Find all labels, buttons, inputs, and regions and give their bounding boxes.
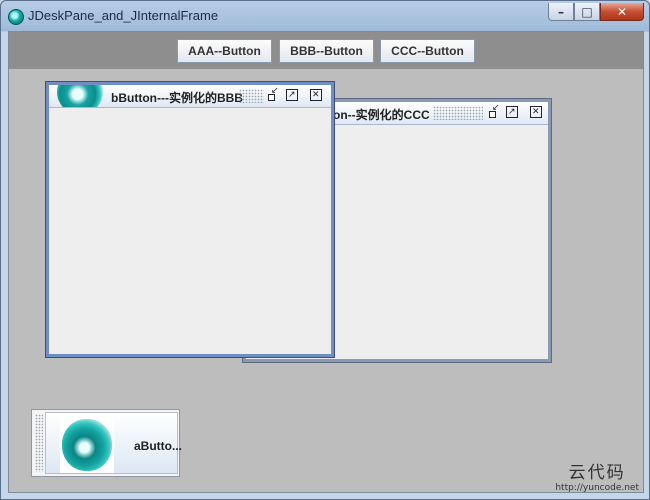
internal-frame-bbb-titlebar[interactable]: bButton---实例化的BBB bbox=[49, 85, 331, 108]
title-grip bbox=[433, 106, 483, 120]
app-icon bbox=[8, 9, 24, 25]
iconify-icon[interactable] bbox=[267, 86, 279, 101]
drag-grip[interactable] bbox=[35, 414, 43, 472]
aaa-button[interactable]: AAA--Button bbox=[177, 39, 272, 63]
minimize-button[interactable]: – bbox=[548, 3, 574, 21]
application-window: JDeskPane_and_JInternalFrame – □ ✕ AAA--… bbox=[0, 0, 650, 500]
close-button[interactable]: ✕ bbox=[600, 3, 644, 21]
window-title: JDeskPane_and_JInternalFrame bbox=[28, 8, 219, 23]
internal-frame-bbb-title: bButton---实例化的BBB bbox=[111, 91, 243, 105]
internal-frame-bbb[interactable]: bButton---实例化的BBB bbox=[46, 82, 334, 357]
maximize-icon[interactable] bbox=[286, 89, 298, 101]
watermark-text: 云代码 bbox=[568, 463, 626, 483]
bbb-button[interactable]: BBB--Button bbox=[279, 39, 374, 63]
maximize-icon[interactable] bbox=[506, 106, 518, 118]
close-icon[interactable] bbox=[530, 106, 542, 118]
frame-image-icon bbox=[49, 85, 107, 107]
frame-image-icon bbox=[60, 417, 114, 473]
window-titlebar[interactable]: JDeskPane_and_JInternalFrame – □ ✕ bbox=[1, 1, 649, 31]
desktop-pane[interactable]: ton--实例化的CCC bButton---实例化的BBB bbox=[9, 69, 643, 492]
watermark: 云代码 http://yuncode.net bbox=[555, 458, 639, 493]
iconified-frame-label: aButto... bbox=[134, 439, 182, 453]
internal-frame-ccc-title: ton--实例化的CCC bbox=[329, 108, 430, 122]
client-area: AAA--Button BBB--Button CCC--Button ton-… bbox=[8, 31, 644, 493]
title-grip bbox=[239, 89, 264, 103]
close-icon[interactable] bbox=[310, 89, 322, 101]
maximize-button[interactable]: □ bbox=[574, 3, 600, 21]
iconified-frame-body[interactable]: aButto... bbox=[45, 412, 182, 474]
ccc-button[interactable]: CCC--Button bbox=[380, 39, 475, 63]
iconified-frame-aaa[interactable]: aButto... bbox=[31, 409, 182, 477]
watermark-url: http://yuncode.net bbox=[555, 483, 639, 493]
button-bar: AAA--Button BBB--Button CCC--Button bbox=[9, 32, 643, 70]
iconify-icon[interactable] bbox=[488, 103, 500, 118]
